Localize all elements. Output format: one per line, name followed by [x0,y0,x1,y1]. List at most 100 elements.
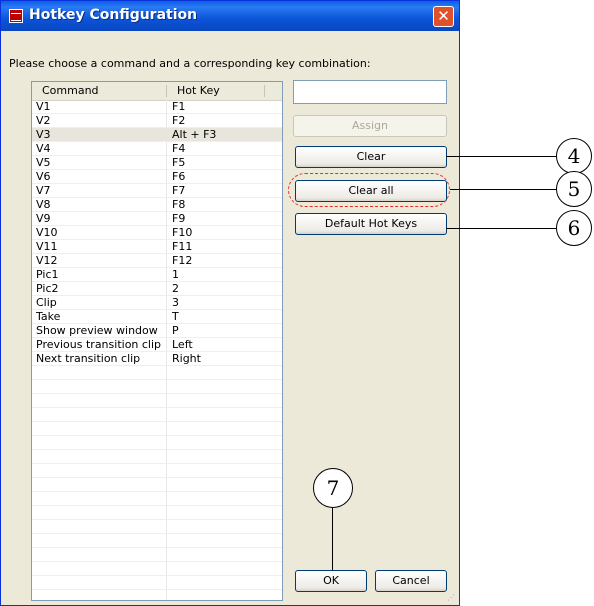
callout-line-5 [450,189,558,190]
ok-button[interactable]: OK [295,570,367,592]
table-row[interactable]: Previous transition clip Left [32,338,282,352]
callout-line-4 [446,156,558,157]
hotkey-cell: 3 [172,296,179,309]
command-list[interactable]: Command Hot Key V1 F1 V2 F2 V3 Alt + F3 V4 F4 V5… [31,81,283,601]
hotkey-cell: Right [172,352,201,365]
command-cell: V8 [36,198,51,211]
table-row[interactable]: Pic2 2 [32,282,282,296]
hotkey-cell: F9 [172,212,186,225]
column-header-hotkey[interactable]: Hot Key [177,84,220,97]
empty-list-row [32,394,282,408]
table-row[interactable]: V2 F2 [32,114,282,128]
table-row[interactable]: V4 F4 [32,142,282,156]
hotkey-cell: 2 [172,282,179,295]
command-cell: Pic2 [36,282,59,295]
empty-list-row [32,506,282,520]
filmstrip-icon [9,9,23,23]
command-cell: V3 [36,128,51,141]
hotkey-config-dialog: Hotkey Configuration ✕ Please choose a c… [0,0,460,606]
table-row[interactable]: V10 F10 [32,226,282,240]
table-row[interactable]: Next transition clip Right [32,352,282,366]
command-cell: Clip [36,296,57,309]
hotkey-cell: F8 [172,198,186,211]
callout-5: 5 [556,171,592,207]
command-cell: Pic1 [36,268,59,281]
table-row[interactable]: V5 F5 [32,156,282,170]
list-header: Command Hot Key [32,82,282,101]
command-cell: V9 [36,212,51,225]
list-rows: V1 F1 V2 F2 V3 Alt + F3 V4 F4 V5 F5 V6 F6 V7 F7 V8 F8 V9… [32,100,282,590]
cancel-button[interactable]: Cancel [375,570,447,592]
command-cell: Next transition clip [36,352,141,365]
empty-list-row [32,548,282,562]
command-cell: Take [36,310,61,323]
window-title: Hotkey Configuration [29,7,198,23]
hotkey-cell: F10 [172,226,193,239]
callout-7: 7 [313,468,353,508]
empty-list-row [32,450,282,464]
hotkey-cell: T [172,310,179,323]
empty-list-row [32,492,282,506]
callout-line-6 [446,228,558,229]
clear-button[interactable]: Clear [295,146,447,168]
hotkey-cell: 1 [172,268,179,281]
hotkey-cell: F6 [172,170,186,183]
command-cell: V4 [36,142,51,155]
empty-list-row [32,464,282,478]
table-row[interactable]: V9 F9 [32,212,282,226]
hotkey-cell: Alt + F3 [172,128,217,141]
column-separator[interactable] [166,85,167,97]
hotkey-cell: F7 [172,184,186,197]
command-cell: V11 [36,240,58,253]
close-button[interactable]: ✕ [433,6,454,27]
hotkey-cell: F11 [172,240,193,253]
resize-grip-icon[interactable]: ⋰ [447,593,455,602]
empty-list-row [32,422,282,436]
callout-4: 4 [556,138,592,174]
table-row[interactable]: V7 F7 [32,184,282,198]
column-separator[interactable] [264,85,265,97]
hotkey-cell: P [172,324,179,337]
hotkey-cell: F12 [172,254,193,267]
hotkey-cell: F1 [172,100,186,113]
hotkey-cell: F2 [172,114,186,127]
command-cell: V10 [36,226,58,239]
table-row[interactable]: V8 F8 [32,198,282,212]
table-row[interactable]: Pic1 1 [32,268,282,282]
command-cell: Show preview window [36,324,158,337]
hotkey-cell: Left [172,338,193,351]
table-row[interactable]: Clip 3 [32,296,282,310]
empty-list-row [32,436,282,450]
table-row[interactable]: V11 F11 [32,240,282,254]
empty-list-row [32,408,282,422]
hotkey-cell: F4 [172,142,186,155]
command-cell: V7 [36,184,51,197]
command-cell: Previous transition clip [36,338,162,351]
default-hot-keys-button[interactable]: Default Hot Keys [295,213,447,235]
column-header-command[interactable]: Command [42,84,99,97]
table-row[interactable]: V3 Alt + F3 [32,128,282,142]
empty-list-row [32,478,282,492]
command-cell: V6 [36,170,51,183]
empty-list-row [32,380,282,394]
hotkey-cell: F5 [172,156,186,169]
callout-highlight-clear-all [288,173,450,207]
table-row[interactable]: Take T [32,310,282,324]
table-row[interactable]: V1 F1 [32,100,282,114]
empty-list-row [32,366,282,380]
assign-button[interactable]: Assign [293,115,447,137]
command-cell: V2 [36,114,51,127]
empty-list-row [32,534,282,548]
callout-line-7 [332,508,333,570]
table-row[interactable]: Show preview window P [32,324,282,338]
empty-list-row [32,576,282,590]
instruction-text: Please choose a command and a correspond… [9,57,371,70]
title-bar[interactable]: Hotkey Configuration ✕ [1,1,459,31]
table-row[interactable]: V12 F12 [32,254,282,268]
hotkey-input[interactable] [293,80,447,104]
empty-list-row [32,520,282,534]
callout-6: 6 [556,210,592,246]
command-cell: V5 [36,156,51,169]
command-cell: V1 [36,100,51,113]
table-row[interactable]: V6 F6 [32,170,282,184]
